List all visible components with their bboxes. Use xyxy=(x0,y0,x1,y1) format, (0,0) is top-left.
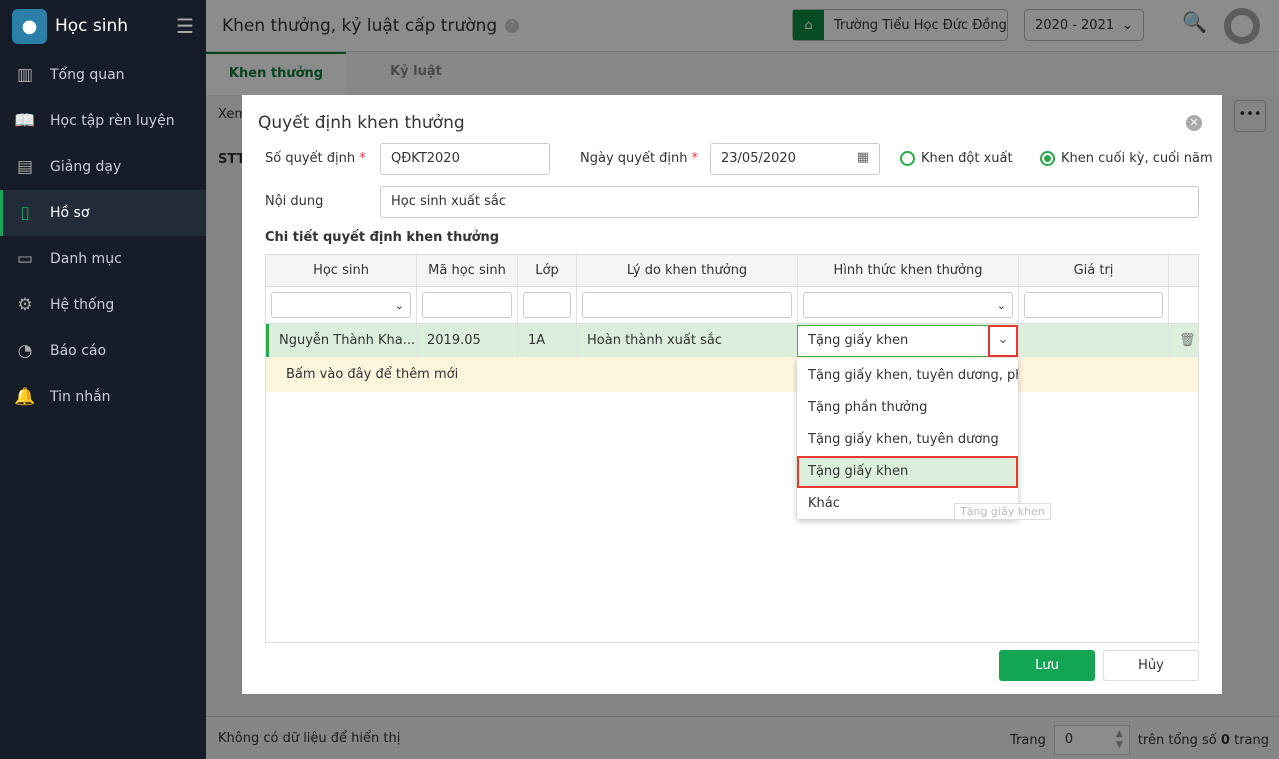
filter-row: ⌄ ⌄ xyxy=(266,287,1198,324)
cell-ma[interactable]: 2019.05 xyxy=(417,324,518,357)
sidebar-item-tong-quan[interactable]: ▥ Tổng quan xyxy=(0,52,206,98)
radio-khen-dot-xuat[interactable]: Khen đột xuất xyxy=(900,151,1013,166)
bar-chart-icon: ▥ xyxy=(16,65,34,85)
filter-ly-do[interactable] xyxy=(582,292,792,318)
folder-icon: ▭ xyxy=(16,249,34,269)
hinh-thuc-dropdown: Tặng giấy khen, tuyên dương, phần thưởng… xyxy=(797,358,1018,519)
so-qd-label: Số quyết định * xyxy=(265,151,366,166)
trash-icon[interactable]: 🗑 xyxy=(1169,324,1198,357)
dropdown-option[interactable]: Tặng phần thưởng xyxy=(797,392,1018,424)
col-lop: Lớp xyxy=(518,255,577,287)
menu-icon[interactable]: ☰ xyxy=(176,14,194,38)
grid-header: Học sinh Mã học sinh Lớp Lý do khen thưở… xyxy=(266,255,1198,287)
radio-khen-cuoi-ky[interactable]: Khen cuối kỳ, cuối năm xyxy=(1040,151,1213,166)
sidebar-item-tin-nhan[interactable]: 🔔 Tin nhắn xyxy=(0,374,206,420)
calendar-icon[interactable]: ▦ xyxy=(857,150,869,165)
table-row[interactable]: Nguyễn Thành Kha... 2019.05 1A Hoàn thàn… xyxy=(266,324,1198,357)
col-ly-do: Lý do khen thưởng xyxy=(577,255,798,287)
sidebar-item-bao-cao[interactable]: ◔ Báo cáo xyxy=(0,328,206,374)
cell-hoc-sinh[interactable]: Nguyễn Thành Kha... xyxy=(269,324,417,357)
brand: ● Học sinh ☰ xyxy=(0,0,206,52)
col-hinh-thuc: Hình thức khen thưởng xyxy=(798,255,1019,287)
tooltip: Tặng giấy khen xyxy=(954,503,1051,520)
sidebar-item-label: Tin nhắn xyxy=(50,389,111,405)
noi-dung-input[interactable]: Học sinh xuất sắc xyxy=(380,186,1199,218)
ngay-qd-label: Ngày quyết định * xyxy=(580,151,699,166)
filter-ma[interactable] xyxy=(422,292,512,318)
so-quyet-dinh-input[interactable]: QĐKT2020 xyxy=(380,143,550,175)
sidebar-item-label: Danh mục xyxy=(50,251,122,267)
app-name: Học sinh xyxy=(55,16,129,36)
sidebar-item-ho-so[interactable]: ▯ Hồ sơ xyxy=(0,190,206,236)
reward-decision-modal: Quyết định khen thưởng ✕ Số quyết định *… xyxy=(242,95,1222,694)
dropdown-option[interactable]: Tặng giấy khen, tuyên dương, phần thưởng xyxy=(797,360,1018,392)
filter-hinh-thuc[interactable]: ⌄ xyxy=(803,292,1013,318)
modal-title: Quyết định khen thưởng xyxy=(258,113,465,133)
section-title: Chi tiết quyết định khen thưởng xyxy=(265,230,500,245)
filter-lop[interactable] xyxy=(523,292,571,318)
radio-checked-icon xyxy=(1040,151,1055,166)
cancel-button[interactable]: Hủy xyxy=(1103,650,1199,681)
close-icon[interactable]: ✕ xyxy=(1186,115,1202,131)
ngay-quyet-dinh-input[interactable]: 23/05/2020 ▦ xyxy=(710,143,880,175)
radio-label: Khen cuối kỳ, cuối năm xyxy=(1061,151,1213,166)
sidebar-item-hoc-tap[interactable]: 📖 Học tập rèn luyện xyxy=(0,98,206,144)
radio-icon xyxy=(900,151,915,166)
user-logo-icon: ● xyxy=(12,8,47,44)
cell-gia-tri[interactable] xyxy=(1019,324,1169,357)
sidebar-item-giang-day[interactable]: ▤ Giảng dạy xyxy=(0,144,206,190)
noi-dung-label: Nội dung xyxy=(265,194,324,209)
sidebar-item-label: Tổng quan xyxy=(50,67,125,83)
chevron-down-icon[interactable]: ⌄ xyxy=(988,325,1018,357)
add-new-row[interactable]: Bấm vào đây để thêm mới xyxy=(266,357,1198,392)
hinh-thuc-select[interactable]: Tặng giấy khen xyxy=(797,325,1018,357)
dropdown-option-highlighted[interactable]: Tặng giấy khen xyxy=(797,456,1018,488)
sidebar-item-danh-muc[interactable]: ▭ Danh mục xyxy=(0,236,206,282)
col-gia-tri: Giá trị xyxy=(1019,255,1169,287)
bell-icon: 🔔 xyxy=(14,387,36,407)
sidebar-item-he-thong[interactable]: ⚙ Hệ thống xyxy=(0,282,206,328)
col-hoc-sinh: Học sinh xyxy=(266,255,417,287)
sidebar: ● Học sinh ☰ ▥ Tổng quan 📖 Học tập rèn luy… xyxy=(0,0,206,759)
pie-chart-icon: ◔ xyxy=(17,341,33,361)
cell-lop[interactable]: 1A xyxy=(518,324,577,357)
filter-hoc-sinh[interactable]: ⌄ xyxy=(271,292,411,318)
sidebar-item-label: Báo cáo xyxy=(50,343,107,359)
dropdown-option[interactable]: Tặng giấy khen, tuyên dương xyxy=(797,424,1018,456)
board-icon: ▤ xyxy=(16,157,34,177)
save-button[interactable]: Lưu xyxy=(999,650,1095,681)
sidebar-item-label: Hệ thống xyxy=(50,297,115,313)
filter-gia-tri[interactable] xyxy=(1024,292,1163,318)
sidebar-item-label: Học tập rèn luyện xyxy=(50,113,175,129)
gear-icon: ⚙ xyxy=(17,295,33,315)
detail-grid: Học sinh Mã học sinh Lớp Lý do khen thưở… xyxy=(265,254,1199,643)
radio-label: Khen đột xuất xyxy=(921,151,1013,166)
sidebar-item-label: Hồ sơ xyxy=(50,205,90,221)
book-icon: 📖 xyxy=(14,111,36,131)
cell-ly-do[interactable]: Hoàn thành xuất sắc xyxy=(577,324,798,357)
sidebar-item-label: Giảng dạy xyxy=(50,159,122,175)
document-icon: ▯ xyxy=(20,203,30,223)
col-action xyxy=(1169,255,1198,287)
col-ma-hoc-sinh: Mã học sinh xyxy=(417,255,518,287)
